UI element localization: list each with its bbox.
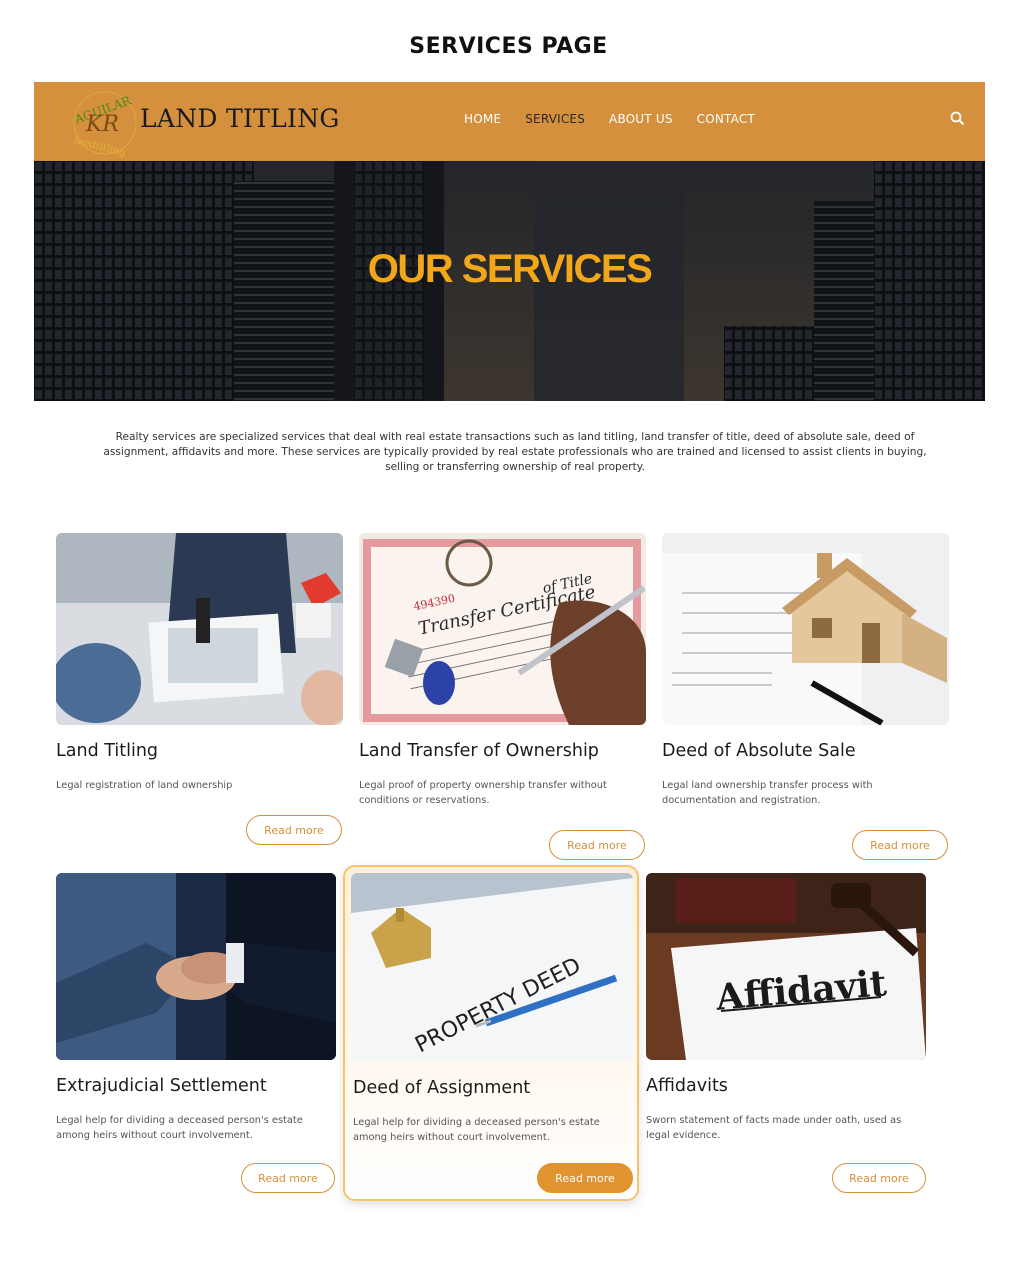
service-card-extrajudicial-settlement: Extrajudicial Settlement Legal help for …: [56, 873, 336, 1193]
service-image: [56, 873, 336, 1060]
service-card-deed-of-assignment: PROPERTY DEED Deed of Assignment Legal h…: [343, 865, 639, 1201]
service-card-affidavits: Affidavit Affidavits Sworn statement of …: [646, 873, 926, 1193]
nav-about-us[interactable]: ABOUT US: [609, 112, 673, 126]
service-description: Legal proof of property ownership transf…: [359, 780, 607, 806]
service-title: Extrajudicial Settlement: [56, 1076, 267, 1096]
service-description: Legal land ownership transfer process wi…: [662, 780, 873, 806]
nav-services[interactable]: SERVICES: [525, 112, 585, 126]
service-image: PROPERTY DEED: [351, 873, 633, 1061]
intro-paragraph: Realty services are specialized services…: [103, 431, 927, 473]
service-description: Legal help for dividing a deceased perso…: [56, 1115, 303, 1141]
service-image: [56, 533, 343, 725]
brand-name[interactable]: LAND TITLING: [140, 104, 340, 133]
service-description: Legal help for dividing a deceased perso…: [353, 1117, 600, 1143]
svg-text:landtitling: landtitling: [73, 135, 127, 158]
read-more-button[interactable]: Read more: [852, 830, 948, 860]
hero-banner: OUR SERVICES: [34, 161, 985, 401]
service-card-land-titling: Land Titling Legal registration of land …: [56, 533, 343, 853]
nav-contact[interactable]: CONTACT: [697, 112, 755, 126]
read-more-button[interactable]: Read more: [832, 1163, 926, 1193]
page-caption: SERVICES PAGE: [409, 34, 608, 59]
search-icon[interactable]: [949, 110, 967, 128]
service-title: Land Titling: [56, 741, 159, 761]
read-more-button[interactable]: Read more: [246, 815, 342, 845]
service-title: Deed of Absolute Sale: [662, 741, 856, 761]
nav-home[interactable]: HOME: [464, 112, 501, 126]
read-more-button[interactable]: Read more: [241, 1163, 335, 1193]
svg-text:KR: KR: [85, 112, 119, 137]
service-card-land-transfer: 494390 Transfer Certificate of Title Lan…: [359, 533, 646, 863]
brand-logo[interactable]: AGUILAR KR landtitling: [70, 88, 140, 159]
service-title: Land Transfer of Ownership: [359, 741, 599, 761]
service-title: Deed of Assignment: [353, 1078, 531, 1098]
service-image: 494390 Transfer Certificate of Title: [359, 533, 646, 725]
main-nav: HOME SERVICES ABOUT US CONTACT: [464, 112, 755, 126]
service-description: Legal registration of land ownership: [56, 780, 233, 791]
hero-title: OUR SERVICES: [367, 247, 653, 291]
service-image: [662, 533, 949, 725]
service-card-deed-absolute-sale: Deed of Absolute Sale Legal land ownersh…: [662, 533, 949, 863]
read-more-button[interactable]: Read more: [549, 830, 645, 860]
service-description: Sworn statement of facts made under oath…: [646, 1115, 902, 1141]
service-image: Affidavit: [646, 873, 926, 1060]
service-title: Affidavits: [646, 1076, 728, 1096]
read-more-button[interactable]: Read more: [537, 1163, 633, 1193]
site-header: AGUILAR KR landtitling LAND TITLING HOME…: [34, 82, 985, 161]
